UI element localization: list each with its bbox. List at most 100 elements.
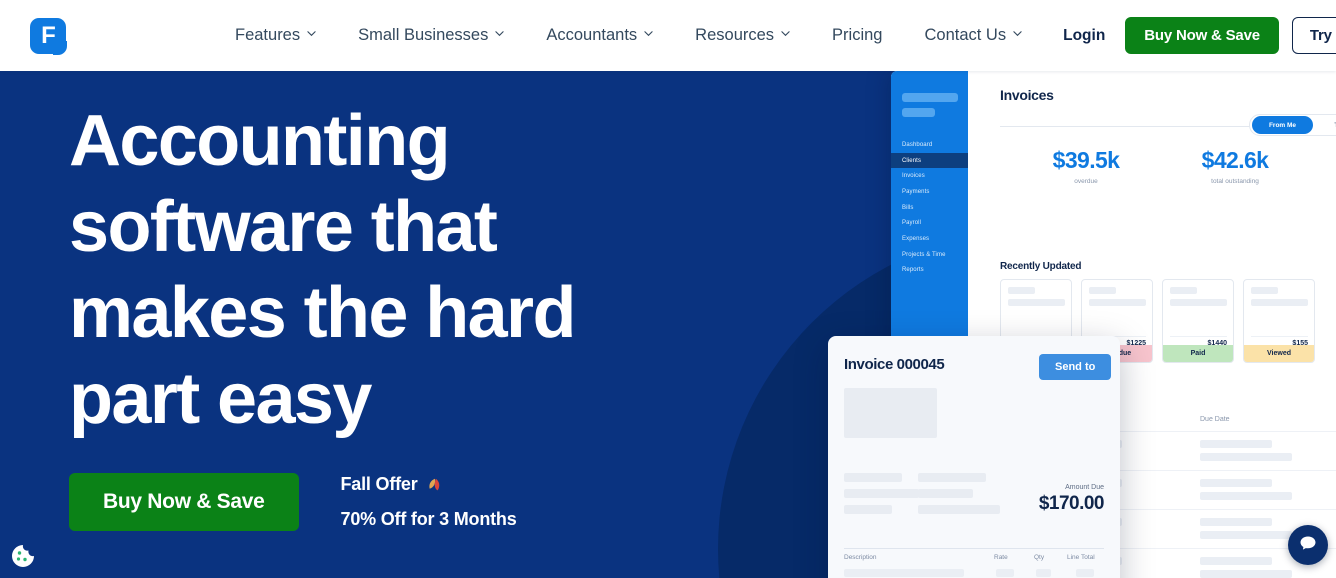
invoice-direction-toggle[interactable]: From Me To Me (1249, 114, 1336, 136)
hero-buy-now-save-button[interactable]: Buy Now & Save (69, 473, 299, 531)
logo-letter: F (41, 21, 56, 49)
placeholder-bar (1089, 299, 1146, 306)
column-header-due-date: Due Date (1200, 416, 1230, 423)
offer-block: Fall Offer 70% Off for 3 Months (341, 474, 517, 530)
column-header-qty: Qty (1034, 554, 1045, 561)
placeholder-bar (1008, 299, 1065, 306)
offer-headline-text: Fall Offer (340, 474, 418, 494)
nav-label: Features (235, 26, 301, 44)
sidebar-item-clients[interactable]: Clients (891, 152, 968, 169)
invoice-logo-placeholder (844, 388, 937, 438)
column-header-line-total: Line Total (1067, 554, 1095, 561)
invoice-card[interactable]: $155 Viewed (1243, 279, 1315, 363)
chevron-down-icon (495, 29, 504, 38)
invoice-from-block (844, 473, 919, 521)
mockup-page-title: Invoices (1000, 87, 1054, 103)
nav-item-contact-us[interactable]: Contact Us (903, 13, 1043, 59)
line-items-rows (844, 569, 1104, 578)
divider (1170, 336, 1227, 337)
nav-item-small-businesses[interactable]: Small Businesses (337, 13, 525, 59)
nav-actions: Login Buy Now & Save Try It Free (1043, 17, 1336, 54)
invoice-amount-due-label: Amount Due (1065, 484, 1104, 491)
chevron-down-icon (781, 29, 790, 38)
chevron-down-icon (1013, 29, 1022, 38)
column-header-description: Description (844, 554, 877, 561)
nav-label: Pricing (832, 26, 883, 44)
recently-updated-heading: Recently Updated (1000, 261, 1082, 272)
divider (844, 548, 1104, 549)
nav-item-resources[interactable]: Resources (674, 13, 811, 59)
top-navigation-bar: F Features Small Businesses Accountants … (0, 0, 1336, 71)
page-title: Accounting software that makes the hard … (69, 98, 709, 442)
hero-title-line-2: software that (69, 187, 498, 267)
sidebar-item-payroll[interactable]: Payroll (891, 215, 968, 231)
stat-overdue: $39.5k overdue (1011, 147, 1161, 185)
nav-label: Contact Us (924, 26, 1007, 44)
line-items-table-header: Description Rate Qty Line Total (844, 554, 1104, 561)
toggle-option-to-me[interactable]: To Me (1313, 116, 1336, 134)
login-link[interactable]: Login (1043, 27, 1125, 45)
buy-now-save-button[interactable]: Buy Now & Save (1125, 17, 1279, 54)
stat-value: $39.5k (1052, 147, 1120, 173)
cookie-icon (10, 545, 36, 573)
hero-title-line-1: Accounting (69, 101, 451, 181)
placeholder-bar (1089, 287, 1116, 294)
placeholder-bar (1251, 287, 1278, 294)
hero-section: Accounting software that makes the hard … (0, 71, 1336, 578)
sidebar-item-dashboard[interactable]: Dashboard (891, 137, 968, 153)
column-header-rate: Rate (994, 554, 1008, 561)
cell-due-date (1200, 518, 1292, 548)
logo-icon: F (30, 17, 67, 55)
offer-headline: Fall Offer (341, 474, 517, 495)
sidebar-item-projects-time[interactable]: Projects & Time (891, 247, 968, 263)
hero-title-line-3: makes the hard (69, 273, 576, 353)
stat-total-outstanding: $42.6k total outstanding (1160, 147, 1310, 185)
primary-nav-links: Features Small Businesses Accountants Re… (214, 13, 1043, 59)
invoice-amount-due-value: $170.00 (1038, 493, 1105, 514)
page-root: F Features Small Businesses Accountants … (0, 0, 1336, 578)
cookie-consent-button[interactable] (10, 543, 36, 569)
hero-copy: Accounting software that makes the hard … (69, 98, 709, 442)
freshbooks-logo[interactable]: F (30, 16, 67, 56)
placeholder-bar (1170, 287, 1197, 294)
nav-label: Accountants (546, 26, 638, 44)
cell-due-date (1200, 557, 1292, 578)
placeholder-bar (1251, 299, 1308, 306)
nav-item-accountants[interactable]: Accountants (525, 13, 674, 59)
sidebar-placeholder-bar (902, 93, 958, 102)
mockup-sidebar-nav: Dashboard Clients Invoices Payments Bill… (891, 137, 968, 278)
status-badge: Viewed (1244, 345, 1314, 362)
chevron-down-icon (644, 29, 653, 38)
invoice-to-block (918, 473, 1000, 521)
send-to-button[interactable]: Send to (1039, 354, 1112, 380)
hero-cta-row: Buy Now & Save Fall Offer 70% Off for 3 … (69, 473, 517, 531)
sidebar-item-payments[interactable]: Payments (891, 184, 968, 200)
nav-label: Resources (695, 26, 775, 44)
invoice-card[interactable]: $1440 Paid (1162, 279, 1234, 363)
sidebar-item-invoices[interactable]: Invoices (891, 168, 968, 184)
leaf-icon (426, 476, 444, 494)
chevron-down-icon (307, 29, 316, 38)
sidebar-placeholder-bar (902, 108, 935, 117)
status-badge: Paid (1163, 345, 1233, 362)
toggle-option-from-me[interactable]: From Me (1252, 116, 1313, 134)
cell-due-date (1200, 479, 1292, 509)
chat-support-button[interactable] (1288, 525, 1328, 565)
try-it-free-button[interactable]: Try It Free (1291, 17, 1336, 54)
stat-value: $42.6k (1201, 147, 1269, 173)
stat-label: total outstanding (1211, 178, 1259, 185)
hero-title-line-4: part easy (69, 359, 372, 439)
offer-subtext: 70% Off for 3 Months (340, 509, 517, 529)
cell-due-date (1200, 440, 1292, 470)
placeholder-bar (1008, 287, 1035, 294)
sidebar-item-reports[interactable]: Reports (891, 263, 968, 279)
nav-label: Small Businesses (358, 26, 489, 44)
sidebar-item-expenses[interactable]: Expenses (891, 231, 968, 247)
sidebar-item-bills[interactable]: Bills (891, 200, 968, 216)
nav-item-features[interactable]: Features (214, 13, 337, 59)
stat-label: overdue (1074, 178, 1098, 185)
nav-item-pricing[interactable]: Pricing (811, 13, 903, 59)
divider (1251, 336, 1308, 337)
chat-bubble-icon (1298, 533, 1318, 558)
invoice-preview-title: Invoice 000045 (844, 356, 945, 373)
